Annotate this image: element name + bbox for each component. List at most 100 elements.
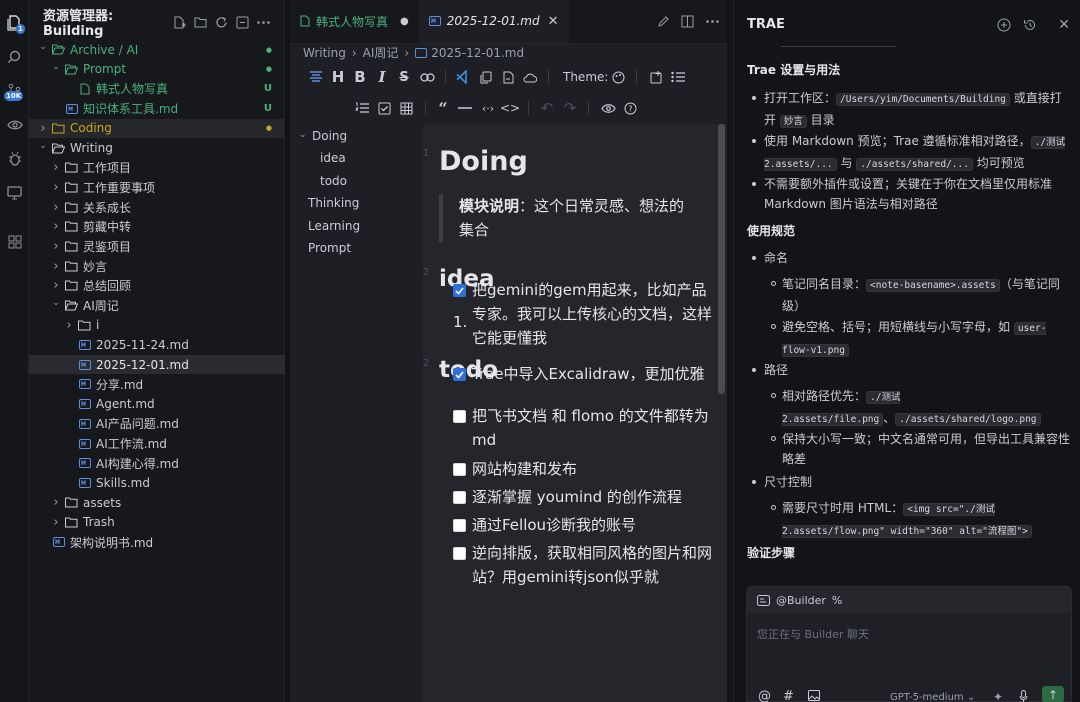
tree-folder-archive-ai[interactable]: ⌄ Archive / AI ● (29, 40, 285, 59)
agent-name[interactable]: @Builder (776, 594, 826, 607)
document-content[interactable]: 1 Doing 模块说明：这个日常灵感、想法的集合 2 idea 1. 2 to… (423, 124, 727, 702)
outline-item-doing[interactable]: Doing (312, 129, 347, 143)
help-icon[interactable]: ? (621, 99, 639, 117)
edit-pencil-icon[interactable] (657, 15, 670, 28)
tree-file-agent[interactable]: Agent.md (29, 395, 285, 414)
task-checkbox-icon[interactable] (375, 99, 393, 117)
redo-icon[interactable]: ↷ (561, 99, 579, 117)
code-block-icon[interactable]: <> (500, 99, 520, 117)
remote-monitor-icon[interactable] (4, 182, 25, 203)
collapse-all-icon[interactable] (232, 12, 253, 33)
close-panel-icon[interactable]: ✕ (1058, 17, 1070, 33)
sparkle-icon[interactable]: ✦ (993, 690, 1003, 702)
tree-folder-trash[interactable]: › Trash (29, 513, 285, 532)
tree-folder-zongjie[interactable]: › 总结回顾 (29, 276, 285, 295)
chat-input[interactable]: 您正在与 Builder 聊天 (757, 626, 869, 642)
cloud-upload-icon[interactable] (521, 68, 539, 86)
chevron-down-icon[interactable]: ⌄ (299, 130, 307, 140)
more-icon[interactable] (253, 12, 274, 33)
link-icon[interactable] (418, 68, 436, 86)
tree-folder-coding[interactable]: › Coding ● (29, 118, 285, 138)
horizontal-rule-icon[interactable] (456, 99, 474, 117)
tree-file-share[interactable]: 分享.md (29, 375, 285, 394)
image-icon[interactable] (808, 690, 820, 701)
outline-item-prompt[interactable]: Prompt (308, 241, 351, 255)
blockquote-icon[interactable]: “ (434, 99, 452, 118)
outline-item-thinking[interactable]: Thinking (308, 196, 359, 210)
chevron-right-icon[interactable]: › (50, 239, 62, 254)
strikethrough-icon[interactable]: S (395, 68, 413, 86)
tab-2025-12-01[interactable]: 2025-12-01.md ✕ (418, 0, 569, 43)
checkbox-unchecked[interactable] (453, 410, 466, 423)
tree-folder-writing[interactable]: ⌄ Writing (29, 139, 285, 158)
chevron-right-icon[interactable]: › (63, 318, 75, 333)
tree-folder-gongzuo[interactable]: › 工作项目 (29, 158, 285, 177)
history-icon[interactable] (1023, 18, 1037, 32)
checkbox-unchecked[interactable] (453, 491, 466, 504)
checkbox-unchecked[interactable] (453, 519, 466, 532)
tree-folder-miaoyan[interactable]: › 妙言 (29, 257, 285, 276)
close-icon[interactable]: ✕ (548, 14, 559, 29)
chevron-right-icon[interactable]: › (50, 200, 62, 215)
tree-file-hanshi[interactable]: 韩式人物写真 U (29, 79, 285, 98)
crumb-aiweekly[interactable]: AI周记 (363, 44, 399, 61)
chevron-right-icon[interactable]: › (50, 278, 62, 293)
heading-icon[interactable]: H (329, 68, 347, 86)
microphone-icon[interactable] (1019, 690, 1028, 702)
checkbox-unchecked[interactable] (453, 547, 466, 560)
tree-file-ai-product[interactable]: AI产品问题.md (29, 414, 285, 433)
split-editor-icon[interactable] (681, 15, 694, 28)
source-control-icon[interactable]: 10K (4, 80, 25, 101)
checkbox-unchecked[interactable] (453, 463, 466, 476)
preview-eye-icon[interactable] (4, 114, 25, 135)
preview-eye-icon[interactable] (599, 99, 617, 117)
extensions-icon[interactable] (4, 231, 25, 252)
crumb-file[interactable]: 2025-12-01.md (431, 46, 524, 60)
tree-file-skills[interactable]: Skills.md (29, 473, 285, 492)
debug-bug-icon[interactable] (4, 148, 25, 169)
tree-folder-aiweekly[interactable]: ⌄ AI周记 (29, 296, 285, 315)
chevron-down-icon[interactable]: ⌄ (37, 140, 49, 152)
italic-icon[interactable]: I (373, 68, 391, 86)
mention-icon[interactable]: @ (758, 689, 771, 702)
checkbox-checked[interactable] (453, 284, 466, 297)
tree-file-ai-workflow[interactable]: AI工作流.md (29, 434, 285, 453)
new-folder-icon[interactable] (190, 12, 211, 33)
export-html-icon[interactable] (499, 68, 517, 86)
chevron-right-icon[interactable]: › (50, 180, 62, 195)
tree-file-2025-12-01[interactable]: 2025-12-01.md (29, 355, 285, 375)
chevron-down-icon[interactable]: ⌄ (50, 297, 62, 309)
chevron-right-icon[interactable]: › (50, 160, 62, 175)
bold-icon[interactable]: B (351, 68, 369, 86)
copy-icon[interactable] (477, 68, 495, 86)
chevron-right-icon[interactable]: › (50, 495, 62, 510)
chevron-down-icon[interactable]: ⌄ (37, 41, 49, 53)
send-button[interactable]: ↑ (1042, 686, 1064, 702)
tree-file-zhishi[interactable]: 知识体系工具.md U (29, 99, 285, 118)
editor-scrollbar[interactable] (718, 124, 725, 394)
tree-folder-i[interactable]: › i (29, 316, 285, 335)
files-icon[interactable]: 1 (4, 12, 25, 34)
undo-icon[interactable]: ↶ (538, 99, 556, 117)
crumb-writing[interactable]: Writing (303, 46, 346, 60)
chevron-down-icon[interactable]: ⌄ (50, 61, 62, 73)
chevron-right-icon[interactable]: › (37, 121, 49, 136)
tab-hanshi[interactable]: 韩式人物写真 ● (290, 0, 419, 43)
search-icon[interactable] (4, 46, 25, 67)
chevron-right-icon[interactable]: › (50, 259, 62, 274)
align-center-icon[interactable] (307, 68, 325, 86)
outline-item-idea[interactable]: idea (320, 151, 346, 165)
table-icon[interactable] (397, 99, 415, 117)
insert-block-icon[interactable] (647, 68, 665, 86)
hash-icon[interactable]: # (783, 689, 794, 702)
theme-palette-icon[interactable] (609, 68, 627, 86)
tree-file-ai-build[interactable]: AI构建心得.md (29, 454, 285, 473)
tree-folder-prompt[interactable]: ⌄ Prompt ● (29, 60, 285, 79)
vscode-icon[interactable] (454, 68, 472, 86)
bullet-list-icon[interactable] (669, 68, 687, 86)
tree-folder-assets[interactable]: › assets (29, 493, 285, 512)
tree-folder-lingjian[interactable]: › 灵鉴项目 (29, 237, 285, 256)
new-file-icon[interactable] (169, 12, 190, 33)
model-select[interactable]: GPT-5-medium ⌄ (890, 692, 975, 702)
tree-folder-guanxi[interactable]: › 关系成长 (29, 198, 285, 217)
